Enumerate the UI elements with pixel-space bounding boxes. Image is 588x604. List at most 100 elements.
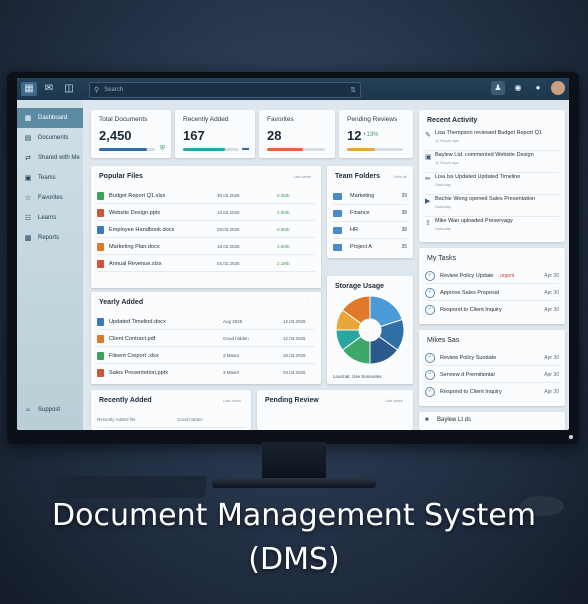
sidebar-item-label: Favorites xyxy=(38,195,63,201)
folder-item[interactable]: Finance 38 xyxy=(333,205,407,222)
checkbox[interactable]: ✓ xyxy=(425,287,435,298)
panel-title: Popular Files xyxy=(99,173,143,180)
folder-icon xyxy=(333,226,342,234)
task-due: Apr 30 xyxy=(544,388,559,395)
task-item[interactable]: ✓ Respond to Client Inquiry Apr 30 xyxy=(425,384,559,399)
sidebar-item-favorites[interactable]: ☆ Favorites xyxy=(17,188,83,208)
sidebar-item-documents[interactable]: ▤ Documents xyxy=(17,128,83,148)
folder-icon xyxy=(333,243,342,251)
panel-filter[interactable]: View all xyxy=(393,174,407,179)
stat-value: 28 xyxy=(267,128,282,143)
file-date: 12.03.2025 xyxy=(283,319,306,324)
table-row[interactable]: Recently Added file Good hidden xyxy=(97,412,245,428)
file-name: Sales Presentetion.pptx xyxy=(109,369,169,376)
search-icon: ⚲ xyxy=(94,87,100,94)
panel-filter[interactable]: Last week xyxy=(223,398,241,403)
file-icon xyxy=(97,351,104,360)
activity-item[interactable]: ⇧ Mike Wan uploaded Preservagy Saturday xyxy=(425,216,559,238)
file-size: 2.6Mb xyxy=(277,244,290,249)
search-input[interactable]: Search xyxy=(104,87,350,93)
file-date: 04.03.2025 xyxy=(283,370,306,375)
file-icon xyxy=(97,225,104,234)
panel-filter[interactable]: Last week xyxy=(385,398,403,403)
checkbox[interactable]: ✓ xyxy=(425,270,435,281)
task-due: Apr 30 xyxy=(544,272,559,279)
stat-title: Pending Reviews xyxy=(347,116,398,123)
task-item[interactable]: ✓ Approve Sales Proposal Apr 30 xyxy=(425,285,559,301)
activity-item[interactable]: ✎ Lisa Thempson reviewed Budget Report Q… xyxy=(425,128,559,151)
panel-menu[interactable]: ⋮ xyxy=(307,300,311,305)
folder-item[interactable]: HR 38 xyxy=(333,222,407,239)
sidebar-item-dashboard[interactable]: ▦ Dashboard xyxy=(17,108,83,128)
file-date: 30.03.2025 xyxy=(217,193,240,198)
open-icon: ▶ xyxy=(425,198,431,205)
folder-item[interactable]: Marketing 39 xyxy=(333,188,407,205)
stat-card-pending[interactable]: Pending Reviews 12 +13% xyxy=(339,110,413,158)
stat-card-favorites[interactable]: Favorites 28 xyxy=(259,110,335,158)
pie-center xyxy=(360,320,380,340)
user-icon[interactable]: ♟ xyxy=(491,81,505,95)
sidebar-item-teams[interactable]: ▣ Teams xyxy=(17,168,83,188)
monitor-stand xyxy=(262,442,326,480)
task-due: Apr 30 xyxy=(544,306,559,313)
sidebar-item-shared[interactable]: ⇄ Shared with Me xyxy=(17,148,83,168)
storage-pie-chart xyxy=(335,295,405,365)
sidebar-item-label: Learns xyxy=(38,215,57,221)
company-card[interactable]: ■ Baylew Lt ds xyxy=(419,412,565,430)
stat-value: 12 xyxy=(347,128,362,143)
file-tag: 3 Maset xyxy=(223,353,240,358)
apps-icon[interactable]: ▦ xyxy=(21,82,37,96)
table-row[interactable]: Fileent Creport .xlsx 3 Maset 10.03.2025 xyxy=(97,348,315,364)
file-name: Fileent Creport .xlsx xyxy=(109,352,159,359)
table-row[interactable]: Marketing Plan.docx 18.02.2025 2.6Mb xyxy=(97,239,315,255)
layout-icon[interactable]: ◫ xyxy=(61,82,77,96)
company-name: Baylew Lt ds xyxy=(437,417,472,423)
table-row[interactable]: Budget Report Q1.xlsx 30.03.2025 9.3Mb xyxy=(97,188,315,204)
yearly-added-panel: Yearly Added ⋮ Updated Timelind.docx Aug… xyxy=(91,292,321,384)
support-icon: ≈ xyxy=(26,406,30,414)
search-bar[interactable]: ⚲ Search ⇅ xyxy=(89,82,361,98)
sidebar-item-reports[interactable]: ▩ Reports xyxy=(17,228,83,248)
activity-item[interactable]: ▶ Bachie Wong opened Sales Presentation S… xyxy=(425,194,559,217)
sidebar-item-label: Dashboard xyxy=(38,115,68,121)
folder-count: 39 xyxy=(401,193,407,199)
progress-fill xyxy=(347,148,375,151)
stat-card-recent[interactable]: Recently Added 167 ▬ xyxy=(175,110,255,158)
folder-count: 38 xyxy=(401,210,407,216)
task-item[interactable]: ✓ Review Policy Suodate Apr 30 xyxy=(425,350,559,366)
table-row[interactable]: Updated Timelind.docx Aug 2025 12.03.202… xyxy=(97,314,315,330)
activity-time: 11 Hours ago xyxy=(435,160,459,165)
sidebar-item-support[interactable]: ≈ Suppost xyxy=(17,400,83,420)
task-item[interactable]: ✓ Review Policy Update urgent Apr 30 xyxy=(425,268,559,284)
checkbox[interactable]: ✓ xyxy=(425,352,435,363)
table-row[interactable]: Client Contract.pdf Good hidden 12.03.20… xyxy=(97,331,315,347)
activity-text: Bachie Wong opened Sales Presentation xyxy=(435,196,536,202)
file-date: 10.03.2025 xyxy=(283,353,306,358)
stat-card-total[interactable]: Total Documents 2,450 ⛨ xyxy=(91,110,171,158)
notification-icon[interactable]: ◉ xyxy=(511,81,525,95)
sidebar-item-label: Suppost xyxy=(38,407,61,413)
table-row[interactable]: Website Design.pptx 12.03.2025 2.8Mb xyxy=(97,205,315,221)
task-item[interactable]: ✓ Serview d Premitiontal Apr 30 xyxy=(425,367,559,383)
sidebar-item-learns[interactable]: ☷ Learns xyxy=(17,208,83,228)
row-text: Recently Added file xyxy=(97,417,136,422)
checkbox[interactable]: ✓ xyxy=(425,369,435,380)
panel-filter[interactable]: Last week xyxy=(293,174,311,179)
checkbox[interactable]: ✓ xyxy=(425,386,435,397)
folder-item[interactable]: Project A 35 xyxy=(333,239,407,255)
table-row[interactable]: Employee Handbook.docx 03.03.2025 9.8Mb xyxy=(97,222,315,238)
file-name: Annual Revenue.xlsx xyxy=(109,260,162,267)
globe-icon[interactable]: ● xyxy=(531,81,545,95)
activity-item[interactable]: ▣ Baylew Ltd. commented Website Design 11… xyxy=(425,150,559,173)
checkbox[interactable]: ✓ xyxy=(425,304,435,315)
file-icon xyxy=(97,334,104,343)
table-row[interactable]: Sales Presentetion.pptx 3 Maset 04.03.20… xyxy=(97,365,315,380)
progress-fill xyxy=(99,148,147,151)
activity-item[interactable]: ✏ Lisa Iss Updated Updated Timeline Satur… xyxy=(425,172,559,195)
avatar[interactable] xyxy=(551,81,565,95)
mail-icon[interactable]: ✉ xyxy=(41,82,57,96)
task-item[interactable]: ✓ Respond to Client Inquiry Apr 30 xyxy=(425,302,559,317)
progress-fill xyxy=(183,148,225,151)
table-row[interactable]: Annual Revenue.xlsx 04.02.2025 2.1Mb xyxy=(97,256,315,272)
filter-icon[interactable]: ⇅ xyxy=(350,86,356,94)
